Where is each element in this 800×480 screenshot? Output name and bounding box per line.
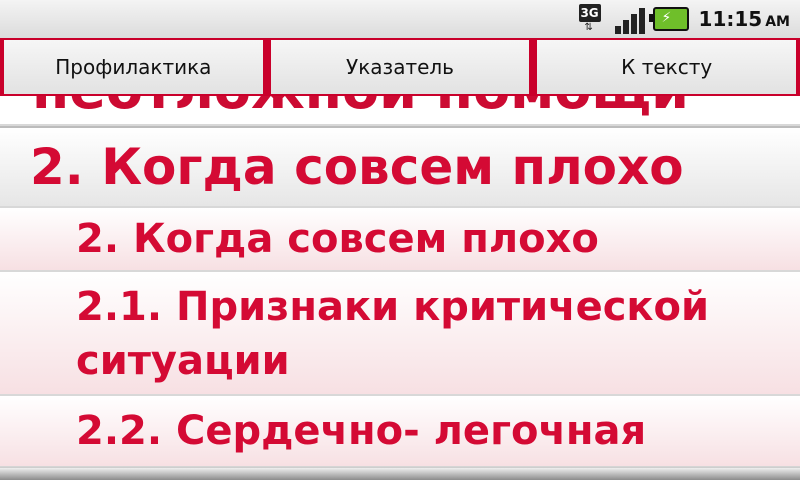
section-header-label: 2. Когда совсем плохо bbox=[30, 138, 684, 196]
content-list[interactable]: неотложной помощи 2. Когда совсем плохо … bbox=[0, 96, 800, 480]
list-item[interactable]: 2.2. Сердечно- легочная bbox=[0, 396, 800, 468]
charging-bolt-icon: ⚡ bbox=[661, 10, 672, 26]
bottom-shadow bbox=[0, 466, 800, 480]
tab-prophylaxis[interactable]: Профилактика bbox=[2, 40, 265, 94]
data-arrows-icon: ⇅ bbox=[584, 22, 593, 33]
network-label: 3G bbox=[578, 4, 601, 22]
clock: 11:15 AM bbox=[699, 7, 790, 31]
tab-to-text[interactable]: К тексту bbox=[535, 40, 799, 94]
list-item[interactable]: 2. Когда совсем плохо bbox=[0, 208, 800, 272]
list-item[interactable]: 2.1. Признаки критической ситуации bbox=[0, 272, 800, 396]
clock-time: 11:15 bbox=[698, 7, 763, 31]
signal-icon bbox=[614, 4, 647, 34]
3g-icon: 3G ⇅ bbox=[578, 4, 609, 34]
list-item-label: 2.1. Признаки критической ситуации bbox=[76, 284, 710, 384]
status-bar: 3G ⇅ ⚡ 11:15 AM bbox=[0, 0, 800, 38]
partial-title: неотложной помощи bbox=[32, 96, 689, 121]
list-item-label: 2. Когда совсем плохо bbox=[76, 216, 599, 262]
clock-ampm: AM bbox=[765, 14, 790, 30]
section-header: 2. Когда совсем плохо bbox=[0, 126, 800, 208]
tab-bar: Профилактика Указатель К тексту bbox=[0, 38, 800, 96]
tab-index[interactable]: Указатель bbox=[268, 40, 532, 94]
list-item-label: 2.2. Сердечно- легочная bbox=[76, 408, 647, 454]
battery-charging-icon: ⚡ bbox=[648, 7, 689, 31]
partial-title-row: неотложной помощи bbox=[0, 96, 800, 126]
